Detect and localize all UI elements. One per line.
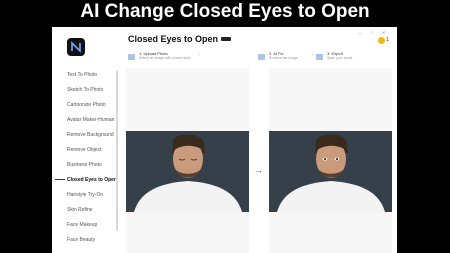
- step-2-subtitle: Process the image: [269, 56, 298, 60]
- close-icon[interactable]: ✕: [382, 30, 385, 35]
- coin-icon[interactable]: [378, 37, 385, 44]
- step-3-subtitle: Save your result: [327, 56, 353, 60]
- sidebar-item-skin-refine[interactable]: Skin Refine: [67, 207, 93, 213]
- sidebar-item-face-beauty[interactable]: Face Beauty: [67, 237, 95, 243]
- maximize-icon[interactable]: □: [370, 30, 372, 35]
- export-step-icon: [316, 54, 323, 60]
- app-logo: [67, 38, 85, 56]
- sidebar-item-remove-background[interactable]: Remove Background: [67, 132, 114, 138]
- portrait-open-eyes-image: [277, 134, 385, 212]
- active-indicator: [55, 179, 65, 180]
- logo-n-icon: [71, 41, 81, 53]
- result-photo: [269, 131, 392, 212]
- steps-bar: 1. Upload Photo Select an image with clo…: [118, 49, 397, 67]
- sidebar-item-hairstyle[interactable]: Hairstyle Try-On: [67, 192, 103, 198]
- chevron-right-icon: ›: [198, 52, 200, 58]
- credits-count: 1: [386, 37, 389, 43]
- sidebar-item-sketch-to-photo[interactable]: Sketch To Photo: [67, 87, 103, 93]
- original-image-panel: [126, 68, 249, 253]
- portrait-closed-eyes-image: [134, 134, 242, 212]
- sidebar-scrollbar[interactable]: [116, 71, 118, 231]
- sidebar-item-remove-object[interactable]: Remove Object: [67, 147, 101, 153]
- app-window: Text To Photo Sketch To Photo Cartoonize…: [52, 27, 397, 253]
- original-photo: [126, 131, 249, 212]
- result-image-panel: [269, 68, 392, 253]
- minimize-icon[interactable]: —: [358, 30, 362, 35]
- arrow-right-icon: →: [254, 165, 263, 175]
- sidebar: Text To Photo Sketch To Photo Cartoonize…: [52, 27, 118, 253]
- ai-fix-step-icon: [258, 54, 265, 60]
- chevron-right-icon: ›: [312, 52, 314, 58]
- sidebar-item-business-photo[interactable]: Business Photo: [67, 162, 102, 168]
- banner-title: AI Change Closed Eyes to Open: [80, 1, 370, 22]
- sidebar-item-closed-eyes[interactable]: Closed Eyes to Open: [67, 177, 117, 183]
- sidebar-item-avatar-maker[interactable]: Avatar Maker-Human: [67, 117, 114, 123]
- upload-step-icon: [128, 54, 135, 60]
- sidebar-item-text-to-photo[interactable]: Text To Photo: [67, 72, 97, 78]
- pro-badge: [221, 37, 231, 41]
- sidebar-item-cartoonize-photo[interactable]: Cartoonize Photo: [67, 102, 106, 108]
- step-1-subtitle: Select an image with closed eyes: [139, 56, 191, 60]
- sidebar-item-face-makeup[interactable]: Face Makeup: [67, 222, 97, 228]
- page-title: Closed Eyes to Open: [128, 34, 219, 44]
